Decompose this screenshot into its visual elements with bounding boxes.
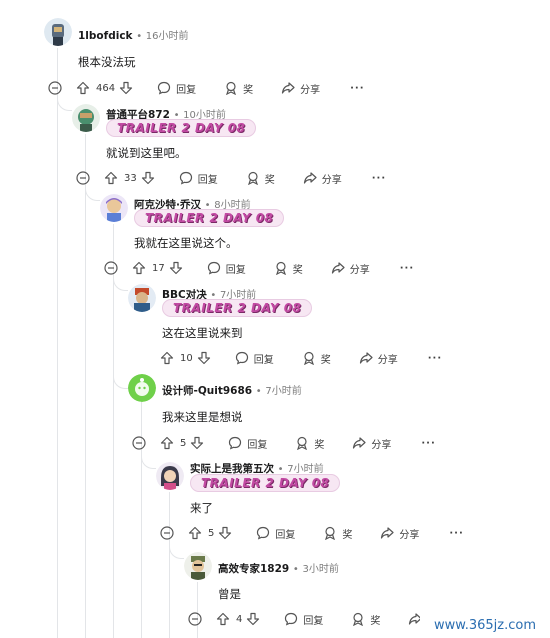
upvote-icon[interactable]: [160, 351, 174, 365]
more-options-button[interactable]: ···: [372, 173, 386, 184]
downvote-icon[interactable]: [197, 351, 211, 365]
username[interactable]: 设计师-Quit9686 • 7小时前: [162, 382, 302, 398]
username[interactable]: 高效专家1829 • 3小时前: [218, 560, 339, 576]
vote-count: 33: [124, 172, 137, 184]
collapse-button[interactable]: [188, 612, 202, 626]
reply-button[interactable]: 回复: [179, 171, 218, 186]
timestamp: 7小时前: [265, 386, 302, 397]
share-button[interactable]: 分享: [359, 351, 398, 366]
vote-count: 5: [180, 437, 187, 449]
vote-count: 17: [152, 262, 165, 274]
reply-button[interactable]: 回复: [235, 351, 274, 366]
collapse-button[interactable]: [104, 261, 118, 275]
action-row: 33 回复 奖 分享 ···: [76, 169, 386, 187]
comment-body: 就说到这里吧。: [106, 146, 187, 160]
vote-count: 5: [208, 527, 215, 539]
share-button[interactable]: 分享: [303, 171, 342, 186]
share-button[interactable]: 分享: [380, 526, 419, 541]
action-row: 17 回复 奖 分享 ···: [104, 259, 414, 277]
comment-body: 来了: [190, 501, 213, 515]
vote-count: 464: [96, 82, 116, 94]
award-button[interactable]: 奖: [224, 81, 253, 96]
avatar[interactable]: [156, 462, 184, 490]
award-button[interactable]: 奖: [323, 526, 352, 541]
share-button[interactable]: 分享: [281, 81, 320, 96]
downvote-icon[interactable]: [218, 526, 232, 540]
comment-body: 曾是: [218, 587, 241, 601]
downvote-icon[interactable]: [119, 81, 133, 95]
comment-body: 我来这里是想说: [162, 410, 243, 424]
downvote-icon[interactable]: [141, 171, 155, 185]
upvote-icon[interactable]: [104, 171, 118, 185]
action-row: 5 回复 奖 分享 ···: [132, 434, 436, 452]
upvote-icon[interactable]: [76, 81, 90, 95]
watermark: www.365jz.com: [420, 614, 550, 638]
reply-button[interactable]: 回复: [157, 81, 196, 96]
user-flair: TRAILER 2 DAY 08: [134, 209, 285, 227]
award-button[interactable]: 奖: [246, 171, 275, 186]
reply-button[interactable]: 回复: [284, 612, 323, 627]
avatar[interactable]: [44, 18, 72, 46]
upvote-icon[interactable]: [160, 436, 174, 450]
award-button[interactable]: 奖: [295, 436, 324, 451]
downvote-icon[interactable]: [246, 612, 260, 626]
collapse-button[interactable]: [76, 171, 90, 185]
avatar[interactable]: [128, 374, 156, 402]
reply-button[interactable]: 回复: [256, 526, 295, 541]
award-button[interactable]: 奖: [274, 261, 303, 276]
user-flair: TRAILER 2 DAY 08: [106, 119, 257, 137]
more-options-button[interactable]: ···: [421, 438, 435, 449]
vote-count: 4: [236, 613, 243, 625]
more-options-button[interactable]: ···: [428, 353, 442, 364]
award-button[interactable]: 奖: [302, 351, 331, 366]
more-options-button[interactable]: ···: [400, 263, 414, 274]
more-options-button[interactable]: ···: [449, 528, 463, 539]
comment-body: 这在这里说来到: [162, 326, 243, 340]
upvote-icon[interactable]: [216, 612, 230, 626]
share-button[interactable]: 分享: [331, 261, 370, 276]
user-flair: TRAILER 2 DAY 08: [162, 299, 313, 317]
collapse-button[interactable]: [132, 436, 146, 450]
more-options-button[interactable]: ···: [350, 83, 364, 94]
upvote-icon[interactable]: [188, 526, 202, 540]
award-button[interactable]: 奖: [351, 612, 380, 627]
avatar[interactable]: [72, 104, 100, 132]
collapse-button[interactable]: [48, 81, 62, 95]
downvote-icon[interactable]: [190, 436, 204, 450]
username[interactable]: 1lbofdick • 16小时前: [78, 27, 188, 42]
reply-button[interactable]: 回复: [207, 261, 246, 276]
action-row: 10 回复 奖 分享 ···: [160, 349, 442, 367]
timestamp: 3小时前: [302, 564, 339, 575]
avatar[interactable]: [100, 194, 128, 222]
comment-body: 我就在这里说这个。: [134, 236, 238, 250]
action-row: 5 回复 奖 分享 ···: [160, 524, 464, 542]
avatar[interactable]: [128, 284, 156, 312]
collapse-button[interactable]: [160, 526, 174, 540]
action-row: 464 回复 奖 分享 ···: [48, 79, 365, 97]
vote-count: 10: [180, 352, 193, 364]
timestamp: 16小时前: [145, 31, 189, 42]
downvote-icon[interactable]: [169, 261, 183, 275]
reply-button[interactable]: 回复: [228, 436, 267, 451]
avatar[interactable]: [184, 552, 212, 580]
upvote-icon[interactable]: [132, 261, 146, 275]
user-flair: TRAILER 2 DAY 08: [190, 474, 341, 492]
share-button[interactable]: 分享: [352, 436, 391, 451]
comment-body: 根本没法玩: [78, 55, 136, 69]
